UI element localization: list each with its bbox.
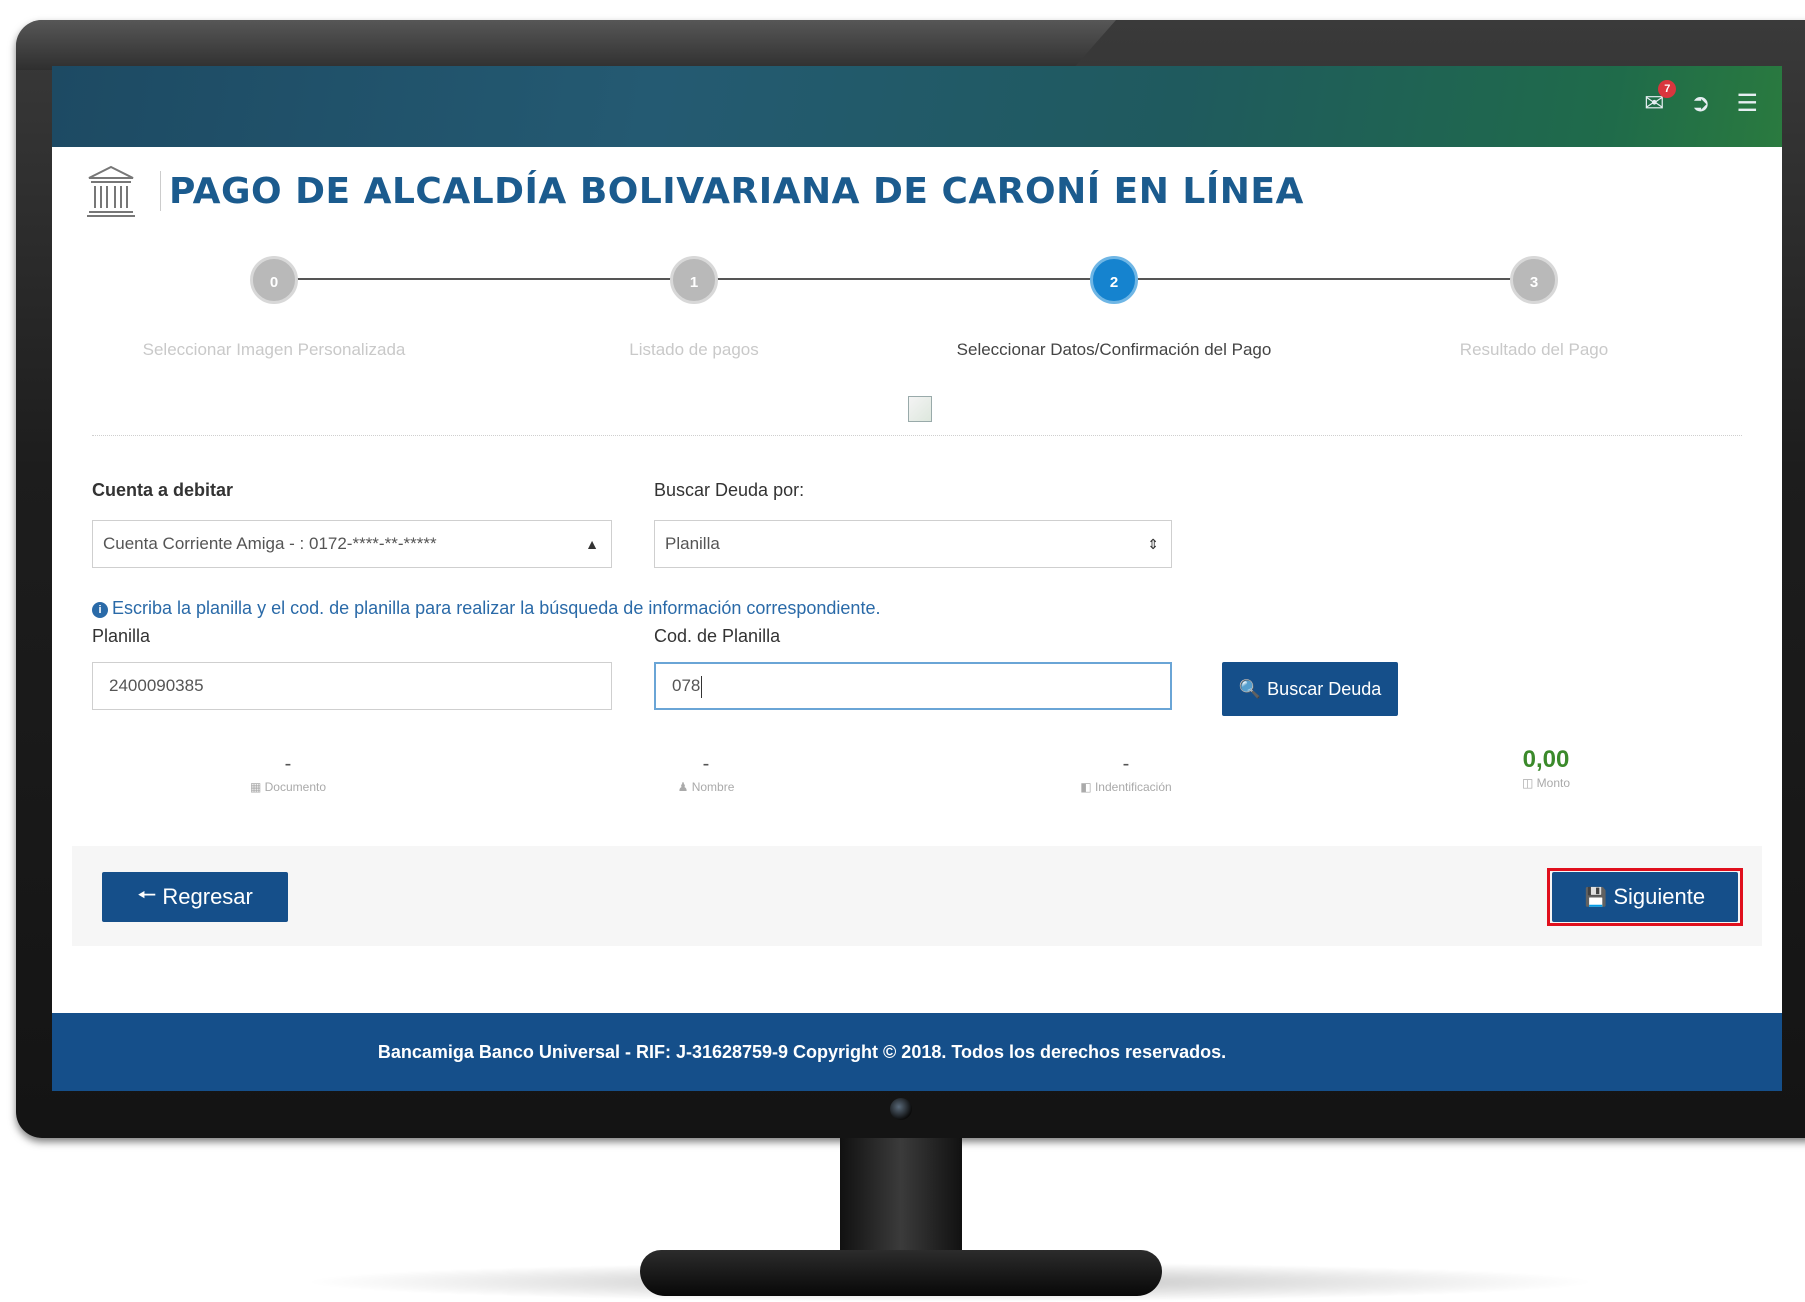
summary-documento: - ▦ Documento: [138, 754, 438, 794]
buscar-select[interactable]: Planilla ⇕: [654, 520, 1172, 568]
footer-text: Bancamiga Banco Universal - RIF: J-31628…: [377, 1041, 1227, 1062]
monto-label: ◫ Monto: [1521, 776, 1571, 790]
menu-icon[interactable]: ☰: [1736, 92, 1758, 116]
identificacion-label: ◧ Indentificación: [1080, 780, 1172, 794]
documento-label: ▦ Documento: [249, 780, 327, 794]
identificacion-value: -: [1122, 753, 1130, 775]
section-divider: [92, 435, 1742, 436]
cuenta-select[interactable]: Cuenta Corriente Amiga - : 0172-****-**-…: [92, 520, 612, 568]
summary-nombre: - ♟ Nombre: [556, 754, 856, 794]
highlight-annotation: [1547, 868, 1743, 926]
step-connector: [1126, 278, 1522, 280]
step-connector: [286, 278, 682, 280]
nombre-value: -: [702, 753, 710, 775]
cod-planilla-label: Cod. de Planilla: [654, 626, 781, 646]
cuenta-label: Cuenta a debitar: [92, 480, 234, 500]
info-hint: i Escriba la planilla y el cod. de planil…: [92, 598, 880, 619]
action-bar: [72, 846, 1762, 946]
logout-icon[interactable]: ➲: [1690, 92, 1710, 116]
screen: ✉ 7 ➲ ☰ PAGO DE ALCALDÍA BOLIVARIANA DE …: [52, 66, 1782, 1091]
summary-identificacion: - ◧ Indentificación: [976, 754, 1276, 794]
select-arrows-icon: ⇕: [1147, 536, 1159, 552]
regresar-label: Regresar: [162, 884, 253, 909]
monitor-stand-base: [640, 1250, 1162, 1296]
buscar-label: Buscar Deuda por:: [654, 480, 805, 500]
planilla-value: 2400090385: [109, 676, 204, 695]
text-cursor: [701, 675, 703, 698]
calendar-icon: ▦: [249, 780, 265, 794]
broken-image-icon: [908, 396, 932, 422]
top-navbar: ✉ 7 ➲ ☰: [52, 66, 1782, 147]
footer: Bancamiga Banco Universal - RIF: J-31628…: [52, 1013, 1782, 1091]
step-0-dot[interactable]: 0: [250, 256, 298, 304]
buscar-select-value: Planilla: [665, 534, 720, 553]
notification-badge: 7: [1658, 80, 1677, 98]
bank-icon: [87, 165, 135, 217]
select-arrows-icon: ▲: [585, 536, 599, 552]
cod-planilla-input[interactable]: 078: [654, 662, 1172, 710]
webcam-icon: [890, 1098, 912, 1120]
planilla-input[interactable]: 2400090385: [92, 662, 612, 710]
title-divider: [160, 171, 161, 211]
progress-stepper: 0 1 2 3 Seleccionar Imagen Personalizada…: [52, 244, 1782, 364]
step-connector: [706, 278, 1102, 280]
info-icon: i: [92, 602, 108, 618]
step-0-label: Seleccionar Imagen Personalizada: [142, 340, 406, 359]
hint-text: Escriba la planilla y el cod. de planill…: [112, 598, 881, 618]
cuenta-select-value: Cuenta Corriente Amiga - : 0172-****-**-…: [103, 534, 437, 553]
buscar-deuda-button[interactable]: 🔍 Buscar Deuda: [1222, 662, 1398, 716]
step-3-dot[interactable]: 3: [1510, 256, 1558, 304]
buscar-deuda-label: Buscar Deuda: [1267, 678, 1382, 699]
regresar-button[interactable]: 🠔 Regresar: [102, 872, 288, 922]
monto-value: 0,00: [1522, 746, 1570, 773]
page-header: PAGO DE ALCALDÍA BOLIVARIANA DE CARONÍ E…: [86, 164, 1304, 218]
monitor-glare: [16, 20, 1116, 70]
step-2-label: Seleccionar Datos/Confirmación del Pago: [956, 340, 1272, 359]
search-icon: 🔍: [1238, 678, 1262, 699]
page-title: PAGO DE ALCALDÍA BOLIVARIANA DE CARONÍ E…: [169, 170, 1304, 212]
money-icon: ◫: [1521, 776, 1537, 790]
step-3-label: Resultado del Pago: [1459, 340, 1609, 359]
step-2-dot[interactable]: 2: [1090, 256, 1138, 304]
monitor-stand-neck: [840, 1138, 962, 1258]
documento-value: -: [284, 753, 292, 775]
id-card-icon: ◧: [1080, 780, 1095, 794]
cod-planilla-value: 078: [672, 676, 701, 695]
arrow-left-icon: 🠔: [137, 882, 157, 907]
navbar-icons: ✉ 7 ➲ ☰: [1644, 80, 1758, 116]
step-1-label: Listado de pagos: [629, 340, 759, 359]
step-1-dot[interactable]: 1: [670, 256, 718, 304]
mail-icon[interactable]: ✉ 7: [1644, 80, 1677, 116]
nombre-label: ♟ Nombre: [677, 780, 735, 794]
summary-monto: 0,00 ◫ Monto: [1396, 746, 1696, 791]
user-icon: ♟: [677, 780, 692, 794]
planilla-label: Planilla: [92, 626, 151, 646]
